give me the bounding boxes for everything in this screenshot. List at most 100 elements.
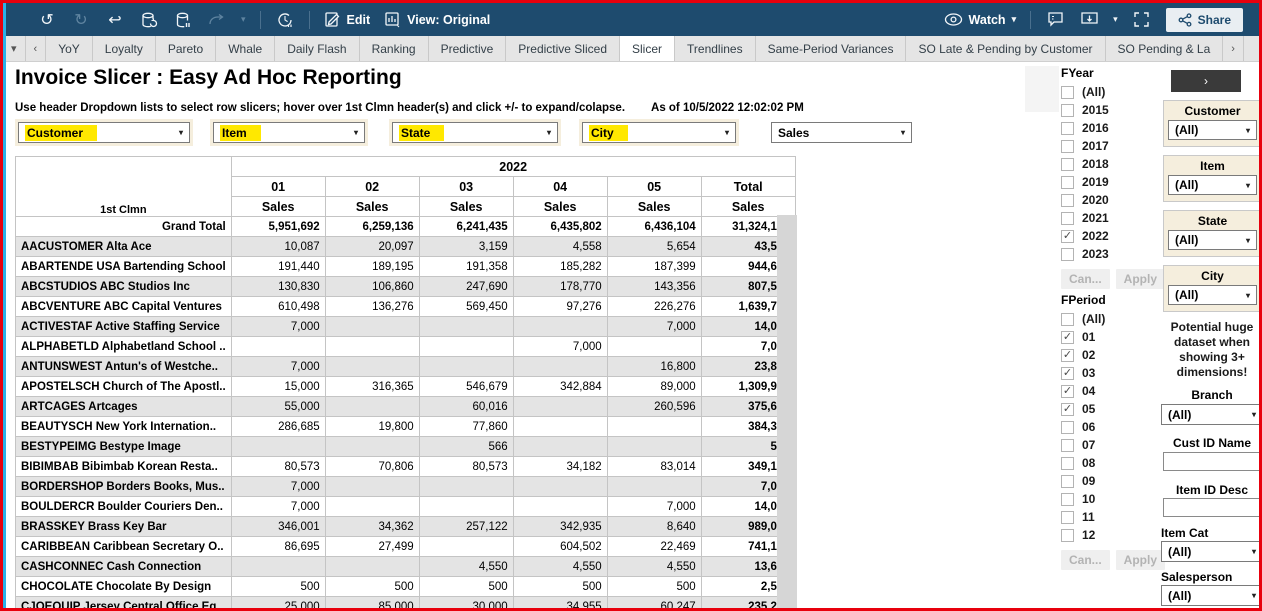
checkbox-icon[interactable] (1061, 511, 1074, 524)
sales-cell[interactable]: 77,860 (419, 417, 513, 437)
measure-header[interactable]: Sales (513, 197, 607, 217)
sales-cell[interactable] (419, 337, 513, 357)
checkbox-icon[interactable] (1061, 158, 1074, 171)
checkbox-checked-icon[interactable]: ✓ (1061, 385, 1074, 398)
period-header-03[interactable]: 03 (419, 177, 513, 197)
view-original-button[interactable]: View: Original (384, 11, 490, 28)
sales-cell[interactable]: 610,498 (231, 297, 325, 317)
sales-cell[interactable]: 7,000 (231, 357, 325, 377)
sales-cell[interactable] (325, 437, 419, 457)
fyear-cancel-button[interactable]: Can... (1061, 269, 1110, 289)
sales-cell[interactable]: 85,000 (325, 597, 419, 611)
fperiod-option-07[interactable]: 07 (1061, 436, 1161, 454)
tab-ranking[interactable]: Ranking (360, 36, 429, 61)
fperiod-option-08[interactable]: 08 (1061, 454, 1161, 472)
sales-cell[interactable]: 4,550 (513, 557, 607, 577)
sales-cell[interactable] (231, 557, 325, 577)
sales-cell[interactable] (325, 357, 419, 377)
fperiod-option-05[interactable]: ✓05 (1061, 400, 1161, 418)
sales-cell[interactable]: 187,399 (607, 257, 701, 277)
comments-icon[interactable] (1045, 10, 1065, 30)
sales-cell[interactable]: 185,282 (513, 257, 607, 277)
customer-label-cell[interactable]: CARIBBEAN Caribbean Secretary O.. (16, 537, 232, 557)
tab-daily-flash[interactable]: Daily Flash (275, 36, 359, 61)
sales-cell[interactable]: 604,502 (513, 537, 607, 557)
quick-filter-dropdown-state[interactable]: (All)▾ (1168, 230, 1257, 250)
measure-header[interactable]: Sales (607, 197, 701, 217)
checkbox-checked-icon[interactable]: ✓ (1061, 349, 1074, 362)
sales-cell[interactable] (513, 437, 607, 457)
sales-cell[interactable] (513, 477, 607, 497)
sales-cell[interactable]: 130,830 (231, 277, 325, 297)
sales-cell[interactable]: 7,000 (513, 337, 607, 357)
sales-cell[interactable]: 83,014 (607, 457, 701, 477)
customer-label-cell[interactable]: APOSTELSCH Church of The Apostl.. (16, 377, 232, 397)
fperiod-option-10[interactable]: 10 (1061, 490, 1161, 508)
checkbox-checked-icon[interactable]: ✓ (1061, 230, 1074, 243)
customer-label-cell[interactable]: BRASSKEY Brass Key Bar (16, 517, 232, 537)
sales-cell[interactable]: 286,685 (231, 417, 325, 437)
first-column-header[interactable]: 1st Clmn (16, 157, 232, 217)
sales-cell[interactable]: 86,695 (231, 537, 325, 557)
checkbox-icon[interactable] (1061, 493, 1074, 506)
sales-cell[interactable]: 15,000 (231, 377, 325, 397)
metrics-icon[interactable] (275, 10, 295, 30)
fperiod-cancel-button[interactable]: Can... (1061, 550, 1110, 570)
period-header-05[interactable]: 05 (607, 177, 701, 197)
customer-label-cell[interactable]: ACTIVESTAF Active Staffing Service (16, 317, 232, 337)
fullscreen-icon[interactable] (1132, 10, 1152, 30)
grand-total-cell[interactable]: 6,259,136 (325, 217, 419, 237)
sales-cell[interactable]: 136,276 (325, 297, 419, 317)
measure-header[interactable]: Sales (701, 197, 795, 217)
fyear-option-all[interactable]: (All) (1061, 83, 1161, 101)
tab-trendlines[interactable]: Trendlines (675, 36, 756, 61)
sales-cell[interactable] (419, 317, 513, 337)
sales-cell[interactable]: 30,000 (419, 597, 513, 611)
period-header-02[interactable]: 02 (325, 177, 419, 197)
tab-pareto[interactable]: Pareto (156, 36, 216, 61)
grand-total-cell[interactable]: 6,436,104 (607, 217, 701, 237)
download-icon[interactable] (1079, 10, 1099, 30)
checkbox-icon[interactable] (1061, 529, 1074, 542)
sales-cell[interactable]: 20,097 (325, 237, 419, 257)
sales-cell[interactable] (607, 337, 701, 357)
fperiod-option-01[interactable]: ✓01 (1061, 328, 1161, 346)
sales-cell[interactable] (325, 397, 419, 417)
quick-filter-dropdown-item[interactable]: (All)▾ (1168, 175, 1257, 195)
customer-label-cell[interactable]: BIBIMBAB Bibimbab Korean Resta.. (16, 457, 232, 477)
tab-scroll-next[interactable]: › (1223, 36, 1244, 61)
table-scrollbar[interactable] (777, 215, 797, 608)
sales-cell[interactable]: 226,276 (607, 297, 701, 317)
refresh-data-icon[interactable] (139, 10, 159, 30)
sales-cell[interactable]: 5,654 (607, 237, 701, 257)
sales-cell[interactable] (231, 337, 325, 357)
sales-cell[interactable]: 247,690 (419, 277, 513, 297)
sales-cell[interactable]: 546,679 (419, 377, 513, 397)
sales-cell[interactable]: 55,000 (231, 397, 325, 417)
sales-cell[interactable] (419, 497, 513, 517)
customer-label-cell[interactable]: BEAUTYSCH New York Internation.. (16, 417, 232, 437)
fyear-option-2022[interactable]: ✓2022 (1061, 227, 1161, 245)
sales-cell[interactable]: 500 (231, 577, 325, 597)
fperiod-option-all[interactable]: (All) (1061, 310, 1161, 328)
sales-cell[interactable] (325, 337, 419, 357)
tab-scroll-prev[interactable]: ‹ (26, 36, 47, 61)
sales-cell[interactable]: 569,450 (419, 297, 513, 317)
fyear-option-2018[interactable]: 2018 (1061, 155, 1161, 173)
sales-cell[interactable] (325, 557, 419, 577)
cust-id-name-input[interactable] (1163, 452, 1262, 471)
sales-cell[interactable]: 34,955 (513, 597, 607, 611)
sales-cell[interactable]: 566 (419, 437, 513, 457)
sales-cell[interactable] (231, 437, 325, 457)
sales-cell[interactable]: 143,356 (607, 277, 701, 297)
sales-cell[interactable] (607, 417, 701, 437)
measure-header[interactable]: Sales (231, 197, 325, 217)
sales-cell[interactable]: 106,860 (325, 277, 419, 297)
customer-label-cell[interactable]: ALPHABETLD Alphabetland School .. (16, 337, 232, 357)
salesperson-dropdown[interactable]: (All)▾ (1161, 585, 1262, 606)
sales-cell[interactable]: 3,159 (419, 237, 513, 257)
quick-filter-dropdown-customer[interactable]: (All)▾ (1168, 120, 1257, 140)
sales-cell[interactable] (513, 417, 607, 437)
tab-whale[interactable]: Whale (216, 36, 275, 61)
fperiod-option-02[interactable]: ✓02 (1061, 346, 1161, 364)
